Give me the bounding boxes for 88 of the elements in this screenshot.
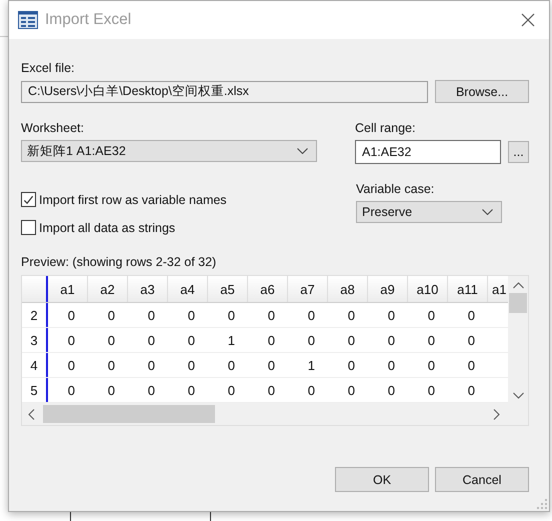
chevron-down-icon bbox=[297, 148, 308, 154]
table-cell-text: 0 bbox=[386, 332, 396, 350]
table-cell-text: 0 bbox=[426, 382, 436, 400]
range-picker-button[interactable]: ... bbox=[508, 141, 529, 163]
table-cell-text: 0 bbox=[466, 356, 476, 374]
chevron-left-icon[interactable] bbox=[28, 408, 35, 420]
table-cell-text: 0 bbox=[426, 306, 436, 324]
table-cell-text: 0 bbox=[426, 356, 436, 374]
table-cell-text: 0 bbox=[466, 382, 476, 400]
table-cell-text: 0 bbox=[466, 332, 476, 350]
column-header: a3 bbox=[128, 276, 168, 302]
table-cell-text: 0 bbox=[106, 332, 116, 350]
row-header: 4 bbox=[22, 353, 48, 377]
column-header: a6 bbox=[248, 276, 288, 302]
checkbox[interactable] bbox=[21, 220, 36, 235]
row-header: 3 bbox=[22, 328, 48, 352]
field-label: Worksheet: bbox=[21, 121, 85, 135]
table-cell-text: 0 bbox=[266, 306, 276, 324]
variable-case-dropdown[interactable]: Preserve bbox=[356, 201, 502, 223]
checkbox-label[interactable]: Import all data as strings bbox=[39, 220, 176, 234]
table-cell-text: 0 bbox=[226, 356, 236, 374]
table-cell-text: 0 bbox=[186, 356, 196, 374]
table-cell-text: 0 bbox=[66, 306, 76, 324]
column-header: a1 bbox=[48, 276, 88, 302]
chevron-down-icon bbox=[482, 209, 493, 215]
table-cell-text: 0 bbox=[106, 382, 116, 400]
close-icon[interactable] bbox=[521, 13, 535, 27]
column-header: a9 bbox=[368, 276, 408, 302]
preview-label: Preview: (showing rows 2-32 of 32) bbox=[21, 255, 218, 269]
file-path-field[interactable]: C:\Users\小白羊\Desktop\空间权重.xlsx bbox=[21, 80, 428, 102]
table-cell-text: 0 bbox=[106, 356, 116, 374]
dialog-button[interactable]: Cancel bbox=[435, 467, 529, 492]
table-cell-text: 0 bbox=[146, 382, 156, 400]
window-title: Import Excel bbox=[45, 11, 132, 29]
table-cell-text: 0 bbox=[426, 332, 436, 350]
table-icon bbox=[18, 11, 38, 29]
browse-button[interactable]: Browse... bbox=[435, 80, 529, 103]
table-cell-text: 0 bbox=[386, 356, 396, 374]
table-cell-text: 0 bbox=[66, 382, 76, 400]
column-header: a4 bbox=[168, 276, 208, 302]
scrollbar-thumb[interactable] bbox=[509, 293, 527, 313]
table-cell-text: 0 bbox=[106, 306, 116, 324]
field-label: Cell range: bbox=[355, 121, 416, 135]
scrollbar-thumb[interactable] bbox=[43, 405, 215, 423]
dialog-button[interactable]: OK bbox=[335, 467, 429, 492]
row-header: 2 bbox=[22, 303, 48, 327]
table-cell-text: 0 bbox=[346, 356, 356, 374]
checkbox[interactable] bbox=[21, 192, 36, 207]
field-label: Variable case: bbox=[356, 182, 436, 196]
table-cell-text: 0 bbox=[346, 332, 356, 350]
chevron-down-icon[interactable] bbox=[512, 392, 524, 399]
worksheet-dropdown[interactable]: 新矩阵1 A1:AE32 bbox=[21, 140, 317, 162]
table-cell-text: 0 bbox=[186, 332, 196, 350]
table-cell-text: 0 bbox=[186, 382, 196, 400]
table-cell-text: 0 bbox=[386, 382, 396, 400]
table-cell-text: 0 bbox=[386, 306, 396, 324]
column-header: a8 bbox=[328, 276, 368, 302]
table-cell-text: 0 bbox=[146, 332, 156, 350]
cell-range-field[interactable]: A1:AE32 bbox=[355, 140, 501, 164]
column-header: a11 bbox=[448, 276, 488, 302]
table-cell-text: 0 bbox=[226, 306, 236, 324]
column-header: a5 bbox=[208, 276, 248, 302]
table-cell-text: 0 bbox=[306, 382, 316, 400]
table-cell-text: 0 bbox=[346, 306, 356, 324]
vertical-scrollbar[interactable] bbox=[508, 276, 528, 403]
table-cell-text: 0 bbox=[186, 306, 196, 324]
table-cell-text: 1 bbox=[226, 332, 236, 350]
table-cell-text: 0 bbox=[146, 356, 156, 374]
table-cell-text: 0 bbox=[466, 306, 476, 324]
table-cell-text: 1 bbox=[306, 356, 316, 374]
table-cell-text: 0 bbox=[306, 306, 316, 324]
field-label: Excel file: bbox=[21, 61, 76, 75]
table-cell-text: 0 bbox=[266, 332, 276, 350]
table-cell-text: 0 bbox=[146, 306, 156, 324]
column-header: a7 bbox=[288, 276, 328, 302]
table-cell-text: 0 bbox=[306, 332, 316, 350]
table-cell-text: 0 bbox=[66, 332, 76, 350]
chevron-up-icon[interactable] bbox=[512, 282, 524, 289]
column-header: a10 bbox=[408, 276, 448, 302]
table-cell-text: 0 bbox=[66, 356, 76, 374]
chevron-right-icon[interactable] bbox=[493, 408, 500, 420]
table-cell-text: 0 bbox=[346, 382, 356, 400]
table-cell-text: 0 bbox=[266, 356, 276, 374]
checkbox-label[interactable]: Import first row as variable names bbox=[39, 192, 227, 206]
table-cell-text: 0 bbox=[266, 382, 276, 400]
column-header: a2 bbox=[88, 276, 128, 302]
resize-grip-icon[interactable] bbox=[537, 499, 547, 509]
table-cell-text: 0 bbox=[226, 382, 236, 400]
